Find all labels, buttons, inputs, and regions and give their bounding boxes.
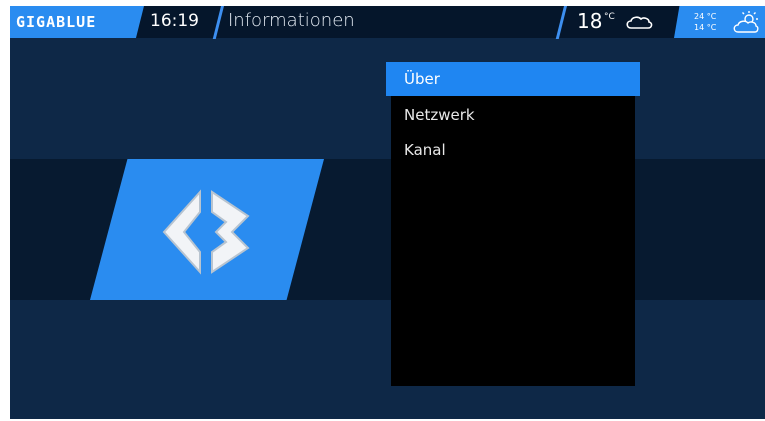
menu-item-uber[interactable]: Über [386,62,640,96]
forecast: 24 °C 14 °C [674,6,765,38]
divider [212,6,225,39]
info-menu: Über Netzwerk Kanal [386,62,640,386]
partly-sunny-icon [733,11,759,33]
menu-item-kanal[interactable]: Kanal [391,133,635,167]
forecast-high: 24 °C [694,12,717,21]
menu-item-label: Netzwerk [404,106,475,124]
current-weather: 18 °C [563,6,673,38]
menu-item-label: Kanal [404,141,446,159]
clock: 16:19 [150,11,199,31]
temperature-unit: °C [604,12,615,22]
current-temperature: 18 [577,9,603,33]
top-bar: GIGABLUE 16:19 Informationen 18 °C 24 °C… [10,6,765,39]
menu-item-label: Über [404,70,440,88]
forecast-low: 14 °C [694,23,717,32]
tv-screen: GIGABLUE 16:19 Informationen 18 °C 24 °C… [10,6,765,419]
menu-item-netzwerk[interactable]: Netzwerk [391,98,635,132]
gigablue-logo-icon [162,189,250,275]
brand-strip: GIGABLUE [10,6,144,38]
page-title: Informationen [228,10,355,31]
cloud-icon [626,16,653,29]
brand-logo: GIGABLUE [16,13,97,31]
